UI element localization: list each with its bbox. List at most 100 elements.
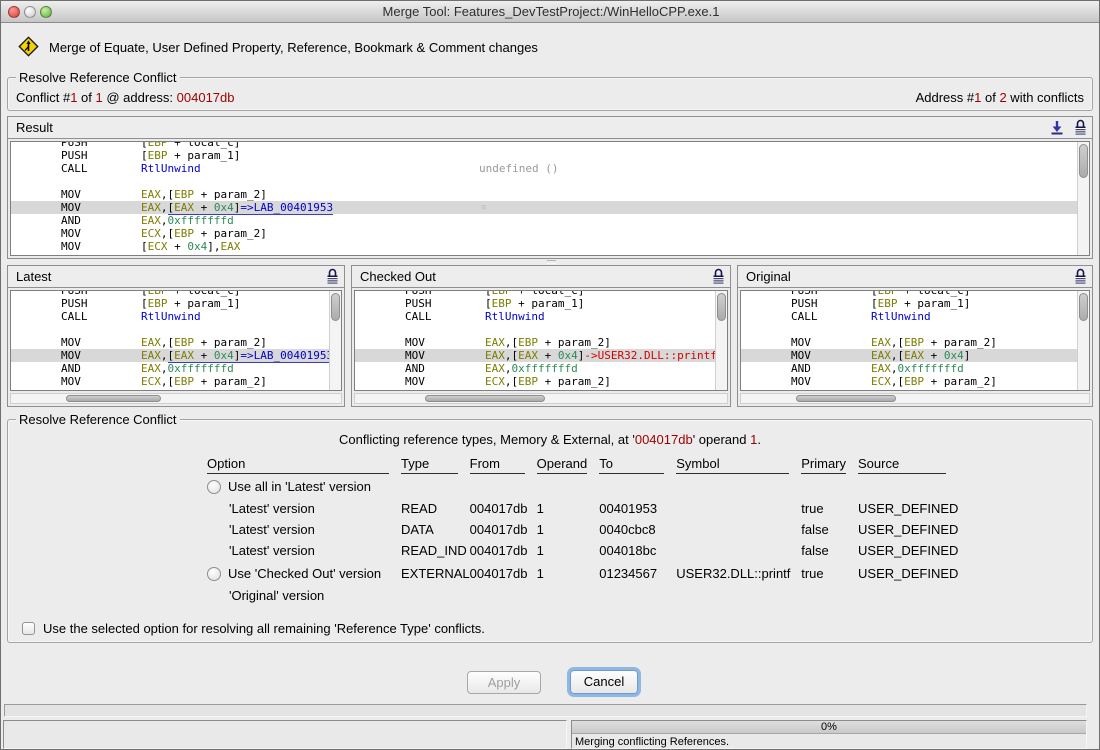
result-panel-header: Result [8, 117, 1092, 139]
from-cell: 004017db [470, 540, 537, 561]
option-label: 'Original' version [229, 588, 324, 603]
checkedout-listing[interactable]: MOV[ECX + 0x4],EAXMOVECX,[EBP + param_2]… [354, 290, 728, 391]
original-panel: OriginalMOV[ECX + 0x4],EAXMOVECX,[EBP + … [737, 265, 1093, 407]
lock-icon[interactable] [711, 268, 726, 285]
source-cell: USER_DEFINED [858, 540, 958, 561]
vertical-scrollbar[interactable] [1077, 142, 1089, 255]
scrollbar-thumb[interactable] [425, 395, 545, 402]
primary-cell [801, 474, 858, 498]
conflict-table-row: Use 'Checked Out' versionEXTERNAL004017d… [207, 561, 958, 585]
column-header: Operand [537, 454, 600, 474]
group-label: Resolve Reference Conflict [16, 70, 180, 85]
listing-row: PUSH[EBP + param_1] [741, 297, 1089, 310]
source-cell: USER_DEFINED [858, 498, 958, 519]
lock-icon[interactable] [1073, 119, 1088, 136]
merge-warning-icon [18, 36, 39, 57]
listing-row: CALLRtlUnwind [11, 310, 341, 323]
listing-row: CALLRtlUnwind [355, 310, 727, 323]
apply-to-all-checkbox[interactable] [22, 622, 35, 635]
group-label: Resolve Reference Conflict [16, 412, 180, 427]
listing-row: PUSH[EBP + param_1] [11, 297, 341, 310]
scrollbar-thumb[interactable] [796, 395, 896, 402]
latest-listing[interactable]: MOV[ECX + 0x4],EAXMOVECX,[EBP + param_2]… [10, 290, 342, 391]
conflict-table-row: 'Original' version [207, 585, 958, 606]
result-listing[interactable]: MOVEDI,ES:[0x0]MOV[ECX + 0x4],EAXMOVECX,… [10, 141, 1090, 256]
scrollbar-thumb[interactable] [1079, 144, 1088, 178]
listing-row: PUSH[EBP + local_c] [11, 141, 1089, 149]
listing-row: MOVEAX,[EAX + 0x4]->USER32.DLL::printf [355, 349, 727, 362]
address-counter: Address #1 of 2 with conflicts [916, 90, 1084, 105]
scrollbar-thumb[interactable] [717, 293, 726, 321]
listing-row: ANDEAX,0xfffffffd [11, 214, 1089, 227]
listing-row: PUSH[EBP + local_c] [355, 290, 727, 297]
title-bar[interactable]: Merge Tool: Features_DevTestProject:/Win… [1, 1, 1100, 23]
splitter-grip[interactable] [547, 260, 556, 264]
latest-panel-header: Latest [8, 266, 344, 288]
window-title: Merge Tool: Features_DevTestProject:/Win… [1, 4, 1100, 19]
listing-row: PUSH[EBP + local_c] [11, 290, 341, 297]
vertical-scrollbar[interactable] [1077, 291, 1089, 390]
column-header: Option [207, 454, 401, 474]
result-panel: Result [7, 116, 1093, 259]
type-cell [401, 585, 470, 606]
listing-row: MOVEAX,[EAX + 0x4]=>LAB_00401953 [11, 349, 341, 362]
operand-cell: 1 [537, 540, 600, 561]
listing-row: MOVEAX,[EBP + param_2] [11, 336, 341, 349]
operand-cell [537, 474, 600, 498]
merge-tool-window: Merge Tool: Features_DevTestProject:/Win… [0, 0, 1100, 750]
option-label: 'Latest' version [229, 522, 315, 537]
listing-row: MOVEAX,[EBP + param_2] [11, 188, 1089, 201]
sync-scroll-icon[interactable] [1049, 119, 1065, 136]
conflict-table: OptionTypeFromOperandToSymbolPrimarySour… [207, 454, 958, 606]
horizontal-scrollbar[interactable] [740, 393, 1090, 404]
to-cell: 01234567 [599, 561, 676, 585]
option-label: 'Latest' version [229, 501, 315, 516]
listing-row: MOV[ECX + 0x4],EAX [11, 388, 341, 391]
column-header: Symbol [676, 454, 801, 474]
to-cell: 004018bc [599, 540, 676, 561]
scrollbar-thumb[interactable] [1079, 293, 1088, 321]
option-radio-button[interactable] [207, 480, 221, 494]
scrollbar-thumb[interactable] [66, 395, 161, 402]
symbol-cell [676, 540, 801, 561]
symbol-cell [676, 474, 801, 498]
type-cell: READ [401, 498, 470, 519]
listing-row [741, 323, 1089, 336]
option-label: Use 'Checked Out' version [228, 566, 381, 581]
result-panel-title: Result [16, 120, 53, 135]
to-cell [599, 585, 676, 606]
from-cell [470, 474, 537, 498]
listing-row: MOVECX,[EBP + param_2] [355, 375, 727, 388]
merge-phase-message: Merge of Equate, User Defined Property, … [49, 40, 538, 55]
horizontal-scrollbar[interactable] [354, 393, 728, 404]
apply-button[interactable]: Apply [467, 671, 541, 694]
listing-row: ANDEAX,0xfffffffd [741, 362, 1089, 375]
checkedout-panel: Checked OutMOV[ECX + 0x4],EAXMOVECX,[EBP… [351, 265, 731, 407]
resolve-conflict-group: Resolve Reference Conflict Conflicting r… [7, 419, 1093, 643]
symbol-cell [676, 498, 801, 519]
horizontal-scrollbar[interactable] [10, 393, 342, 404]
cancel-button[interactable]: Cancel [570, 670, 638, 694]
from-cell: 004017db [470, 519, 537, 540]
lock-icon[interactable] [325, 268, 340, 285]
listing-row: MOVEAX,[EBP + param_2] [355, 336, 727, 349]
listing-row [11, 323, 341, 336]
option-radio-button[interactable] [207, 567, 221, 581]
vertical-scrollbar[interactable] [329, 291, 341, 390]
vertical-scrollbar[interactable] [715, 291, 727, 390]
column-header: Primary [801, 454, 858, 474]
primary-cell: false [801, 540, 858, 561]
primary-cell: true [801, 561, 858, 585]
source-cell: USER_DEFINED [858, 519, 958, 540]
from-cell [470, 585, 537, 606]
original-listing[interactable]: MOV[ECX + 0x4],EAXMOVECX,[EBP + param_2]… [740, 290, 1090, 391]
checkedout-panel-header: Checked Out [352, 266, 730, 288]
lock-icon[interactable] [1073, 268, 1088, 285]
original-panel-header: Original [738, 266, 1092, 288]
listing-row: MOVEAX,[EAX + 0x4] [741, 349, 1089, 362]
merge-progress-bar: 0% [572, 721, 1086, 734]
conflict-description: Conflicting reference types, Memory & Ex… [8, 432, 1092, 447]
listing-row: MOV[ECX + 0x4],EAX [355, 388, 727, 391]
scrollbar-thumb[interactable] [331, 293, 340, 321]
primary-cell [801, 585, 858, 606]
